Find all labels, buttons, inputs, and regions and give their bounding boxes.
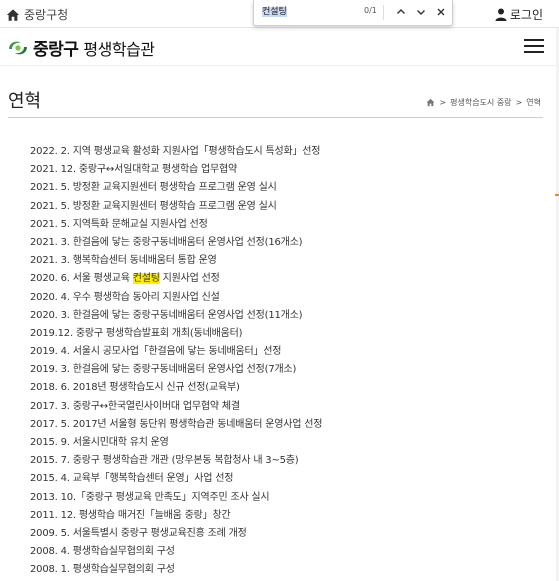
timeline-item: 2017. 5. 2017년 서울형 동단위 평생학습관 동네배움터 운영사업 … <box>30 416 540 434</box>
timeline-item: 2017. 3. 중랑구↔한국열린사이버대 업무협약 체결 <box>30 398 540 416</box>
close-icon <box>437 8 445 16</box>
timeline-item-text: 2015. 9. 서울시민대학 유치 운영 <box>30 437 169 448</box>
hamburger-icon <box>524 51 544 53</box>
timeline-item-text: 2019.12. 중랑구 평생학습발표회 개최(동네배움터) <box>30 327 243 339</box>
site-logo[interactable]: 중랑구 평생학습관 <box>6 35 155 60</box>
timeline-item-text: 2017. 5. 2017년 서울형 동단위 평생학습관 동네배움터 운영사업 … <box>30 418 323 430</box>
breadcrumb-item[interactable]: 평생학습도시 중랑 <box>450 97 511 108</box>
timeline-item: 2022. 2. 지역 평생교육 활성화 지원사업「평생학습도시 특성화」선정 <box>30 143 540 161</box>
login-label: 로그인 <box>509 8 543 22</box>
find-divider <box>383 5 384 20</box>
timeline-item: 2019. 4. 서울시 공모사업「한걸음에 닿는 동네배움터」선정 <box>30 343 540 361</box>
search-highlight: 컨설팅 <box>132 273 160 285</box>
timeline-item-text: 2020. 3. 한걸음에 닿는 중랑구동네배움터 운영사업 선정(11개소) <box>30 309 303 321</box>
find-close-button[interactable] <box>433 4 449 20</box>
timeline-item: 2019. 3. 한걸음에 닿는 중랑구동네배움터 운영사업 선정(7개소) <box>30 361 540 379</box>
timeline-item: 2020. 6. 서울 평생교육 컨설팅 지원사업 선정 <box>30 270 540 288</box>
timeline-item: 2009. 5. 서울특별시 중랑구 평생교육진흥 조례 개정 <box>30 525 540 543</box>
timeline-item: 2021. 12. 중랑구↔서일대학교 평생학습 업무협약 <box>30 161 540 179</box>
hamburger-icon <box>524 39 544 41</box>
find-input[interactable]: 컨설팅 <box>262 5 360 19</box>
timeline-item: 2018. 6. 2018년 평생학습도시 신규 선정(교육부) <box>30 379 540 397</box>
timeline-item: 2021. 5. 방정환 교육지원센터 평생학습 프로그램 운영 실시 <box>30 198 540 216</box>
timeline-item-text: 2017. 3. 중랑구↔한국열린사이버대 업무협약 체결 <box>30 400 240 412</box>
find-match-count: 0/1 <box>364 6 377 15</box>
timeline-item-text: 2021. 3. 한걸음에 닿는 중랑구동네배움터 운영사업 선정(16개소) <box>30 236 303 248</box>
timeline-item: 2021. 5. 방정환 교육지원센터 평생학습 프로그램 운영 실시 <box>30 179 540 197</box>
breadcrumb: > 평생학습도시 중랑 > 연혁 <box>426 97 541 108</box>
logo-main-text: 중랑구 <box>33 40 79 60</box>
timeline-item: 2020. 4. 우수 평생학습 동아리 지원사업 신설 <box>30 289 540 307</box>
timeline-item: 2020. 3. 한걸음에 닿는 중랑구동네배움터 운영사업 선정(11개소) <box>30 307 540 325</box>
timeline-item-text: 2011. 12. 평생학습 매거진「늘배움 중랑」창간 <box>30 509 231 521</box>
timeline-item: 2021. 5. 지역특화 문해교실 지원사업 선정 <box>30 216 540 234</box>
timeline-item-text: 2021. 12. 중랑구↔서일대학교 평생학습 업무협약 <box>30 164 238 176</box>
timeline-item-text: 2009. 5. 서울특별시 중랑구 평생교육진흥 조례 개정 <box>30 527 247 539</box>
logo-sub-text: 평생학습관 <box>83 39 155 59</box>
timeline-item-text: 2015. 7. 중랑구 평생학습관 개관 (망우본동 복합청사 내 3~5층) <box>30 455 299 467</box>
timeline-item-text: 2021. 5. 방정환 교육지원센터 평생학습 프로그램 운영 실시 <box>30 182 277 194</box>
timeline-item-text: 지원사업 선정 <box>159 273 220 285</box>
find-query: 컨설팅 <box>262 7 287 17</box>
find-in-page-bar: 컨설팅 0/1 <box>253 0 453 26</box>
timeline-item: 2021. 3. 한걸음에 닿는 중랑구동네배움터 운영사업 선정(16개소) <box>30 234 540 252</box>
timeline-item-text: 2021. 3. 행복학습센터 동네배움터 통합 운영 <box>30 255 217 267</box>
timeline-item: 2008. 4. 평생학습실무협의회 구성 <box>30 543 540 561</box>
timeline-item: 2008. 1. 평생학습실무협의회 구성 <box>30 561 540 579</box>
timeline-item: 2011. 12. 평생학습 매거진「늘배움 중랑」창간 <box>30 507 540 525</box>
timeline-item: 2021. 3. 행복학습센터 동네배움터 통합 운영 <box>30 252 540 270</box>
timeline-item-text: 2020. 4. 우수 평생학습 동아리 지원사업 신설 <box>30 291 220 303</box>
timeline-item: 2013. 10.「중랑구 평생교육 만족도」지역주민 조사 실시 <box>30 489 540 507</box>
home-link[interactable]: 중랑구청 <box>6 6 68 23</box>
timeline-item: 2019.12. 중랑구 평생학습발표회 개최(동네배움터) <box>30 325 540 343</box>
timeline-item-text: 2019. 3. 한걸음에 닿는 중랑구동네배움터 운영사업 선정(7개소) <box>30 364 297 376</box>
timeline-item-text: 2021. 5. 지역특화 문해교실 지원사업 선정 <box>30 218 208 230</box>
home-icon[interactable] <box>426 98 435 107</box>
timeline-item: 2015. 7. 중랑구 평생학습관 개관 (망우본동 복합청사 내 3~5층) <box>30 452 540 470</box>
menu-button[interactable] <box>524 39 544 54</box>
timeline-item-text: 2008. 4. 평생학습실무협의회 구성 <box>30 546 175 558</box>
find-scroll-marker <box>555 194 559 196</box>
home-link-label: 중랑구청 <box>24 8 69 22</box>
logo-icon <box>9 41 27 54</box>
timeline-item: 2015. 9. 서울시민대학 유치 운영 <box>30 434 540 452</box>
timeline-item-text: 2020. 6. 서울 평생교육 <box>30 273 133 285</box>
timeline-item-text: 2018. 6. 2018년 평생학습도시 신규 선정(교육부) <box>30 382 240 394</box>
timeline-item-text: 2021. 5. 방정환 교육지원센터 평생학습 프로그램 운영 실시 <box>30 200 277 212</box>
history-timeline: 2022. 2. 지역 평생교육 활성화 지원사업「평생학습도시 특성화」선정 2… <box>30 143 540 580</box>
timeline-item: 2015. 4. 교육부「행복학습센터 운영」사업 선정 <box>30 470 540 488</box>
chevron-down-icon <box>417 10 425 15</box>
chevron-up-icon <box>397 9 405 14</box>
breadcrumb-separator: > <box>515 98 523 107</box>
timeline-item-text: 2019. 4. 서울시 공모사업「한걸음에 닿는 동네배움터」선정 <box>30 346 282 358</box>
home-icon <box>6 8 20 21</box>
find-next-button[interactable] <box>413 4 429 20</box>
timeline-item-text: 2008. 1. 평생학습실무협의회 구성 <box>30 564 175 576</box>
find-previous-button[interactable] <box>393 4 409 20</box>
login-link[interactable]: 로그인 <box>495 6 543 23</box>
user-icon <box>495 8 507 21</box>
page-title: 연혁 <box>8 91 42 112</box>
site-header: 중랑구 평생학습관 <box>0 28 559 66</box>
timeline-item-text: 2022. 2. 지역 평생교육 활성화 지원사업「평생학습도시 특성화」선정 <box>30 146 321 157</box>
timeline-item-text: 2013. 10.「중랑구 평생교육 만족도」지역주민 조사 실시 <box>30 491 270 503</box>
timeline-item-text: 2015. 4. 교육부「행복학습센터 운영」사업 선정 <box>30 473 234 485</box>
hamburger-icon <box>524 45 544 47</box>
title-divider <box>8 117 543 118</box>
breadcrumb-separator: > <box>439 98 447 107</box>
breadcrumb-item-current: 연혁 <box>526 98 541 107</box>
